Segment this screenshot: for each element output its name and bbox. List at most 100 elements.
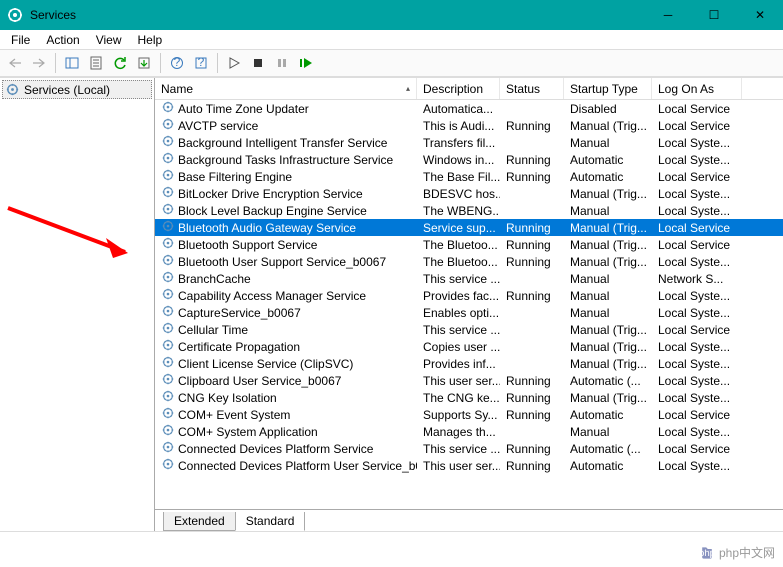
stop-service-button[interactable] [247, 52, 269, 74]
cell-status: Running [500, 289, 564, 303]
menu-help[interactable]: Help [131, 32, 170, 48]
cell-description: This is Audi... [417, 119, 500, 133]
gear-icon [161, 219, 175, 236]
back-button[interactable] [4, 52, 26, 74]
pause-service-button[interactable] [271, 52, 293, 74]
table-row[interactable]: BranchCacheThis service ...ManualNetwork… [155, 270, 783, 287]
tab-extended[interactable]: Extended [163, 512, 236, 531]
cell-logon: Local Service [652, 323, 742, 337]
column-startup[interactable]: Startup Type [564, 78, 652, 99]
table-row[interactable]: Connected Devices Platform User Service_… [155, 457, 783, 474]
gear-icon [161, 236, 175, 253]
tab-standard[interactable]: Standard [235, 512, 306, 531]
show-hide-tree-button[interactable] [61, 52, 83, 74]
cell-logon: Local Service [652, 170, 742, 184]
cell-name: BranchCache [155, 270, 417, 287]
gear-icon [161, 185, 175, 202]
table-row[interactable]: Bluetooth User Support Service_b0067The … [155, 253, 783, 270]
table-row[interactable]: CNG Key IsolationThe CNG ke...RunningMan… [155, 389, 783, 406]
menu-view[interactable]: View [89, 32, 129, 48]
cell-description: BDESVC hos... [417, 187, 500, 201]
table-row[interactable]: Background Intelligent Transfer ServiceT… [155, 134, 783, 151]
table-row[interactable]: CaptureService_b0067Enables opti...Manua… [155, 304, 783, 321]
table-row[interactable]: Bluetooth Audio Gateway ServiceService s… [155, 219, 783, 236]
cell-startup: Manual (Trig... [564, 238, 652, 252]
gear-icon [161, 406, 175, 423]
cell-logon: Local Syste... [652, 255, 742, 269]
cell-name: CaptureService_b0067 [155, 304, 417, 321]
cell-description: This user ser... [417, 459, 500, 473]
cell-status: Running [500, 153, 564, 167]
help-button[interactable]: ? [166, 52, 188, 74]
table-row[interactable]: BitLocker Drive Encryption ServiceBDESVC… [155, 185, 783, 202]
restart-service-button[interactable] [295, 52, 317, 74]
cell-name: Background Intelligent Transfer Service [155, 134, 417, 151]
cell-startup: Manual (Trig... [564, 391, 652, 405]
cell-startup: Automatic (... [564, 442, 652, 456]
column-description[interactable]: Description [417, 78, 500, 99]
help-topics-button[interactable]: ? [190, 52, 212, 74]
cell-logon: Local Syste... [652, 340, 742, 354]
column-logon[interactable]: Log On As [652, 78, 742, 99]
cell-startup: Automatic (... [564, 374, 652, 388]
menu-file[interactable]: File [4, 32, 37, 48]
cell-name: Bluetooth Support Service [155, 236, 417, 253]
cell-startup: Manual [564, 136, 652, 150]
menu-action[interactable]: Action [39, 32, 86, 48]
sidebar-item-services-local[interactable]: Services (Local) [2, 80, 152, 99]
cell-description: Service sup... [417, 221, 500, 235]
gear-icon [161, 270, 175, 287]
table-row[interactable]: COM+ Event SystemSupports Sy...RunningAu… [155, 406, 783, 423]
cell-description: The Bluetoo... [417, 255, 500, 269]
table-row[interactable]: Capability Access Manager ServiceProvide… [155, 287, 783, 304]
statusbar [0, 531, 783, 553]
menubar: File Action View Help [0, 30, 783, 49]
cell-logon: Local Syste... [652, 459, 742, 473]
cell-logon: Local Service [652, 221, 742, 235]
table-row[interactable]: Auto Time Zone UpdaterAutomatica...Disab… [155, 100, 783, 117]
table-row[interactable]: COM+ System ApplicationManages th...Manu… [155, 423, 783, 440]
cell-logon: Local Service [652, 238, 742, 252]
start-service-button[interactable] [223, 52, 245, 74]
refresh-button[interactable] [109, 52, 131, 74]
gear-icon [161, 423, 175, 440]
table-row[interactable]: Client License Service (ClipSVC)Provides… [155, 355, 783, 372]
table-row[interactable]: Bluetooth Support ServiceThe Bluetoo...R… [155, 236, 783, 253]
sidebar-item-label: Services (Local) [24, 83, 110, 97]
minimize-button[interactable]: ─ [645, 0, 691, 30]
properties-button[interactable] [85, 52, 107, 74]
cell-name: Base Filtering Engine [155, 168, 417, 185]
column-name[interactable]: Name▴ [155, 78, 417, 99]
table-row[interactable]: Block Level Backup Engine ServiceThe WBE… [155, 202, 783, 219]
table-row[interactable]: AVCTP serviceThis is Audi...RunningManua… [155, 117, 783, 134]
cell-status: Running [500, 408, 564, 422]
svg-text:?: ? [198, 56, 205, 69]
cell-description: This service ... [417, 442, 500, 456]
column-status[interactable]: Status [500, 78, 564, 99]
table-row[interactable]: Base Filtering EngineThe Base Fil...Runn… [155, 168, 783, 185]
cell-description: Enables opti... [417, 306, 500, 320]
gear-icon [161, 355, 175, 372]
cell-startup: Manual (Trig... [564, 119, 652, 133]
table-row[interactable]: Background Tasks Infrastructure ServiceW… [155, 151, 783, 168]
cell-status: Running [500, 255, 564, 269]
cell-name: BitLocker Drive Encryption Service [155, 185, 417, 202]
maximize-button[interactable]: ☐ [691, 0, 737, 30]
export-list-button[interactable] [133, 52, 155, 74]
cell-name: Connected Devices Platform Service [155, 440, 417, 457]
cell-name: COM+ System Application [155, 423, 417, 440]
table-row[interactable]: Certificate PropagationCopies user ...Ma… [155, 338, 783, 355]
gear-icon [161, 253, 175, 270]
table-row[interactable]: Connected Devices Platform ServiceThis s… [155, 440, 783, 457]
cell-status: Running [500, 238, 564, 252]
close-button[interactable]: ✕ [737, 0, 783, 30]
cell-name: Clipboard User Service_b0067 [155, 372, 417, 389]
cell-description: This user ser... [417, 374, 500, 388]
forward-button[interactable] [28, 52, 50, 74]
gear-icon [161, 168, 175, 185]
table-row[interactable]: Clipboard User Service_b0067This user se… [155, 372, 783, 389]
cell-logon: Local Syste... [652, 391, 742, 405]
service-list[interactable]: Name▴ Description Status Startup Type Lo… [155, 78, 783, 509]
gear-icon [161, 338, 175, 355]
table-row[interactable]: Cellular TimeThis service ...Manual (Tri… [155, 321, 783, 338]
